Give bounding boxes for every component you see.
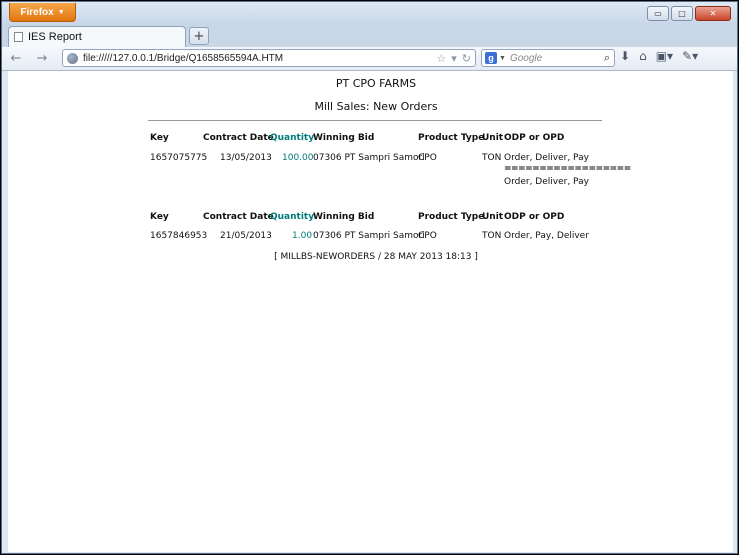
cell-key: 1657075775 [150,153,208,163]
report-subtitle: Mill Sales: New Orders [314,100,438,113]
col-odp: ODP or OPD [504,133,565,143]
home-icon[interactable]: ⌂ [639,49,647,63]
bookmarks-menu-icon[interactable]: ▣▾ [656,49,673,63]
close-icon: ✕ [709,9,717,18]
col-unit: Unit [482,212,504,222]
tab-strip: IES Report + [2,24,737,47]
search-bar[interactable]: g ▼ Google ⌕ [481,49,615,67]
col-key: Key [150,212,169,222]
col-contract-date: Contract Date [203,133,274,143]
cell-unit: TON [482,231,502,241]
cell-contract-date: 21/05/2013 [220,231,272,241]
col-winning-bid: Winning Bid [313,212,375,222]
title-bar: Firefox ▼ ▭ □ ✕ [2,2,737,24]
header-rule [148,120,602,121]
cell-key: 1657846953 [150,231,208,241]
forward-arrow-icon: → [36,50,48,66]
col-product-type: Product Type [418,212,485,222]
chevron-down-icon: ▼ [57,8,65,16]
report-footer: [ MILLBS-NEWORDERS / 28 MAY 2013 18:13 ] [274,252,478,262]
cell-product-type: CPO [418,231,437,241]
forward-button[interactable]: → [32,49,52,67]
plus-icon: + [193,28,205,44]
back-button[interactable]: ← [6,49,26,67]
search-icon[interactable]: ⌕ [604,52,614,65]
new-tab-button[interactable]: + [189,27,209,45]
address-bar-icons: ☆ ▾ ↻ [436,52,475,65]
cell-winning-bid: 07306 PT Sampri Samori [313,231,425,241]
tab-title: IES Report [28,31,82,43]
cell-winning-bid: 07306 PT Sampri Samori [313,153,425,163]
browser-window: Firefox ▼ ▭ □ ✕ IES Report + ← → file://… [1,1,738,554]
toolbar-icons: ⬇ ⌂ ▣▾ ✎▾ [620,49,698,63]
total-separator: ================== [504,164,631,174]
col-key: Key [150,133,169,143]
download-icon[interactable]: ⬇ [620,49,630,63]
page-content: PT CPO FARMS Mill Sales: New Orders Key … [8,71,733,552]
minimize-icon: ▭ [654,9,662,18]
col-unit: Unit [482,133,504,143]
tools-icon[interactable]: ✎▾ [682,49,698,63]
back-arrow-icon: ← [10,50,22,66]
col-quantity: Quantity [270,212,315,222]
navigation-toolbar: ← → file://///127.0.0.1/Bridge/Q16585655… [2,47,737,71]
maximize-button[interactable]: □ [671,6,693,21]
address-bar[interactable]: file://///127.0.0.1/Bridge/Q1658565594A.… [62,49,476,67]
cell-odp: Order, Deliver, Pay [504,153,589,163]
maximize-icon: □ [678,9,686,18]
page-icon [14,32,23,42]
globe-icon [67,52,78,64]
col-quantity: Quantity [270,133,315,143]
star-icon[interactable]: ☆ [436,52,446,65]
cell-product-type: CPO [418,153,437,163]
col-product-type: Product Type [418,133,485,143]
cell-odp-total: Order, Deliver, Pay [504,177,589,187]
cell-unit: TON [482,153,502,163]
firefox-menu-button[interactable]: Firefox ▼ [9,3,76,22]
close-window-button[interactable]: ✕ [695,6,731,21]
report-title: PT CPO FARMS [335,77,417,90]
google-icon: g [485,52,497,64]
reload-icon[interactable]: ↻ [462,52,471,65]
dropdown-arrow-icon[interactable]: ▾ [451,52,457,65]
tab-ies-report[interactable]: IES Report [8,26,186,47]
window-controls: ▭ □ ✕ [647,6,731,21]
report: PT CPO FARMS Mill Sales: New Orders Key … [148,71,631,262]
chevron-down-icon[interactable]: ▼ [499,55,506,62]
col-winning-bid: Winning Bid [313,133,375,143]
minimize-button[interactable]: ▭ [647,6,669,21]
url-text: file://///127.0.0.1/Bridge/Q1658565594A.… [83,52,284,64]
cell-quantity: 100.00 [282,153,314,163]
firefox-menu-label: Firefox [20,6,54,18]
search-input[interactable]: Google [510,53,604,64]
cell-contract-date: 13/05/2013 [220,153,272,163]
cell-quantity: 1.00 [292,231,313,241]
col-odp: ODP or OPD [504,212,565,222]
cell-odp: Order, Pay, Deliver [504,231,589,241]
col-contract-date: Contract Date [203,212,274,222]
